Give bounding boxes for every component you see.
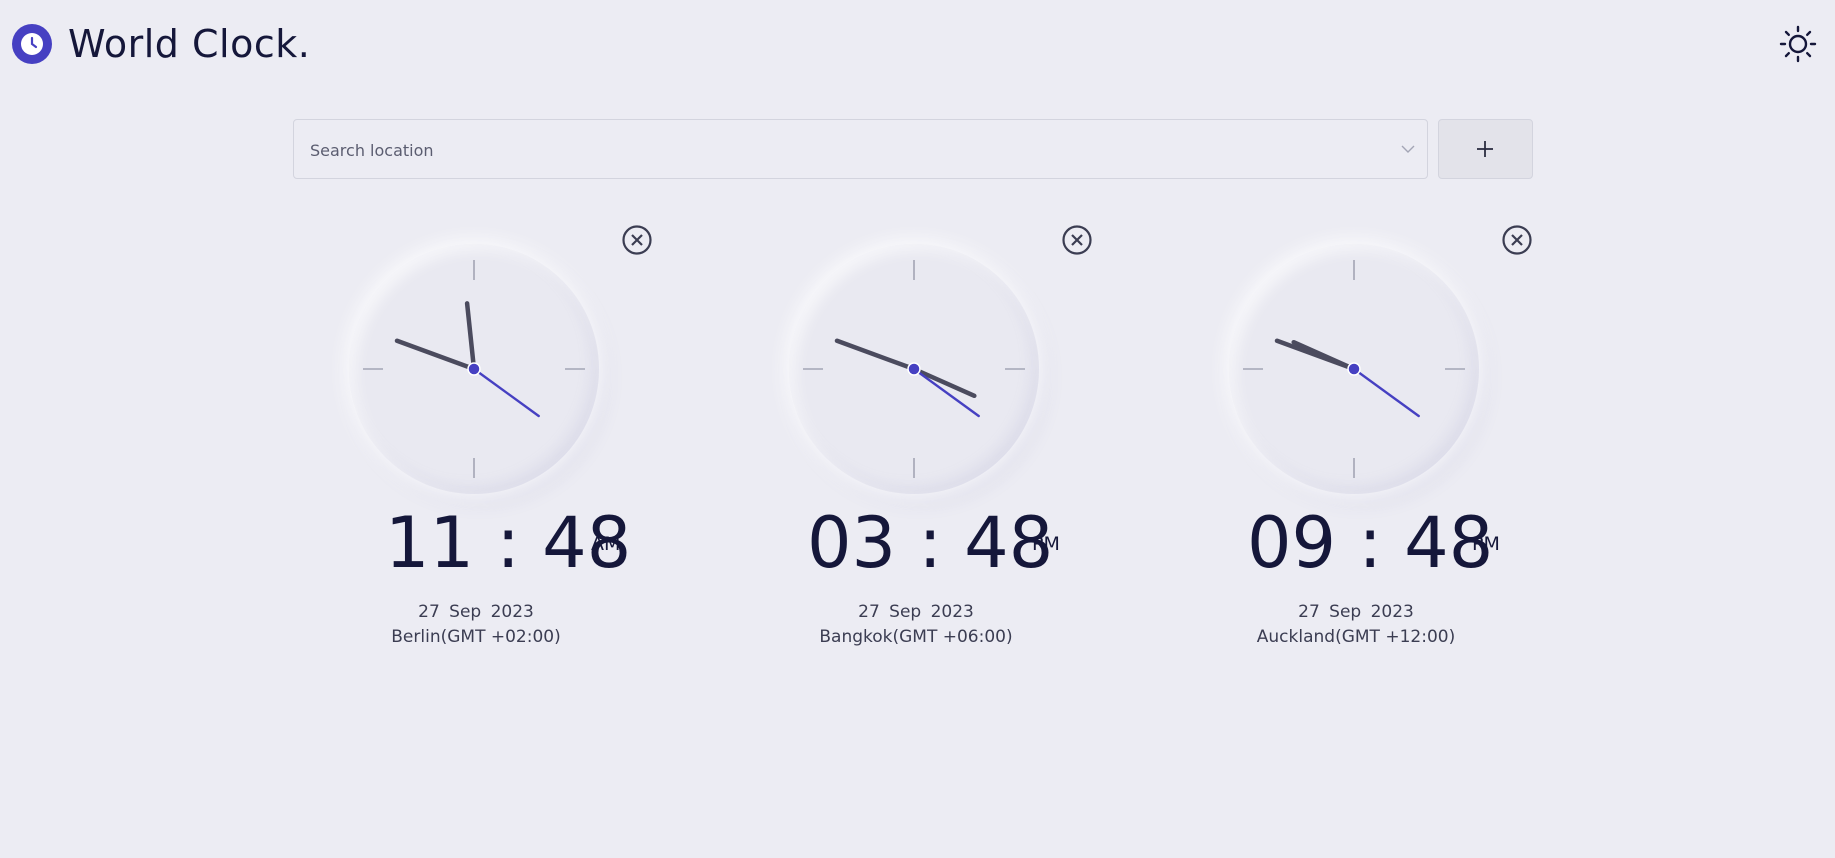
- timezone-label: Berlin(GMT +02:00): [391, 627, 561, 647]
- close-circle-icon: [622, 225, 652, 255]
- search-location-input[interactable]: [308, 120, 1372, 180]
- date-label: 27 Sep 2023: [418, 602, 534, 622]
- analog-clock-face: [789, 244, 1039, 494]
- close-circle-icon: [1062, 225, 1092, 255]
- app-title: World Clock.: [68, 22, 311, 66]
- search-location-select[interactable]: [293, 119, 1428, 180]
- second-hand: [1352, 367, 1420, 418]
- clock-card-berlin: 11 : 48 AM 27 Sep 2023 Berlin(GMT +02:00…: [293, 218, 653, 658]
- theme-toggle-sun-icon[interactable]: [1778, 24, 1818, 64]
- close-circle-icon: [1502, 225, 1532, 255]
- clock-card-bangkok: 03 : 48 PM 27 Sep 2023 Bangkok(GMT +06:0…: [733, 218, 1093, 658]
- second-hand: [472, 367, 540, 418]
- plus-icon: [1477, 141, 1493, 157]
- minute-hand: [834, 338, 917, 372]
- analog-clock-face: [1229, 244, 1479, 494]
- ampm-label: PM: [1032, 533, 1060, 555]
- digital-time: 11 : 48 AM: [293, 504, 653, 582]
- minute-hand: [394, 338, 477, 372]
- hour-hand: [464, 301, 477, 372]
- center-dot: [907, 362, 921, 376]
- digital-time: 03 : 48 PM: [733, 504, 1093, 582]
- analog-clock-face: [349, 244, 599, 494]
- timezone-label: Auckland(GMT +12:00): [1256, 627, 1456, 647]
- center-dot: [467, 362, 481, 376]
- clock-card-auckland: 09 : 48 PM 27 Sep 2023 Auckland(GMT +12:…: [1173, 218, 1533, 658]
- timezone-label: Bangkok(GMT +06:00): [819, 627, 1013, 647]
- date-label: 27 Sep 2023: [1298, 602, 1414, 622]
- center-dot: [1347, 362, 1361, 376]
- search-row: [293, 119, 1533, 180]
- minute-hand: [1274, 338, 1357, 372]
- remove-clock-button[interactable]: [621, 224, 653, 256]
- ampm-label: PM: [1472, 533, 1500, 555]
- time-display: 09 : 48: [1247, 502, 1494, 584]
- time-display: 03 : 48: [807, 502, 1054, 584]
- clock-logo-icon: [12, 24, 52, 64]
- app-header: World Clock.: [0, 0, 1835, 90]
- add-location-button[interactable]: [1438, 119, 1533, 179]
- ampm-label: AM: [591, 533, 621, 555]
- remove-clock-button[interactable]: [1061, 224, 1093, 256]
- digital-time: 09 : 48 PM: [1173, 504, 1533, 582]
- date-label: 27 Sep 2023: [858, 602, 974, 622]
- chevron-down-icon[interactable]: [1400, 142, 1416, 156]
- remove-clock-button[interactable]: [1501, 224, 1533, 256]
